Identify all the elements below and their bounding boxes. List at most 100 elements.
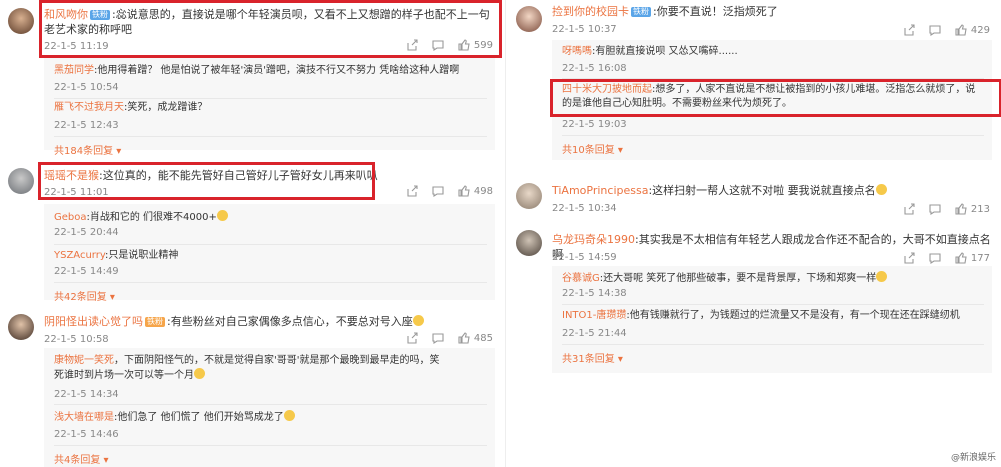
comment-icon [929, 253, 941, 264]
reply-time: 22-1-5 20:44 [54, 227, 119, 238]
divider [562, 304, 984, 305]
reply-item: 呀嗎嗎:有胆就直接说呗 又怂又嘴碎...... [562, 45, 984, 59]
comment-time: 22-1-5 14:59 [552, 252, 617, 263]
more-replies-link[interactable]: 共184条回复 ▾ [54, 142, 121, 157]
emoji-icon [194, 368, 205, 379]
comment: 乌龙玛奇朵1990:其实我是不太相信有年轻艺人跟成龙合作还不配合的，大哥不如直接… [506, 228, 1001, 373]
highlight-box [38, 162, 375, 200]
comment-text: 捡到你的校园卡 铁粉:你要不直说！泛指烦死了 [552, 4, 992, 19]
thumbs-up-icon [458, 185, 470, 197]
comment-time: 22-1-5 10:58 [44, 334, 109, 345]
avatar[interactable] [516, 6, 542, 32]
reply-button[interactable] [432, 332, 444, 344]
share-button[interactable] [406, 332, 418, 344]
reply-button[interactable] [929, 24, 941, 36]
like-count: 213 [970, 203, 990, 215]
reply-list: 谷慕诚G:还大哥呢 笑死了他那些破事，要不是背景厚，下场和郑爽一样 22-1-5… [552, 266, 992, 373]
like-count: 177 [970, 252, 990, 264]
share-icon [407, 332, 418, 344]
share-button[interactable] [903, 203, 915, 215]
emoji-icon [216, 210, 228, 221]
like-count: 485 [473, 332, 493, 344]
like-count: 429 [970, 24, 990, 36]
reply-text: :只是说职业精神 [105, 250, 179, 261]
reply-username[interactable]: 雁飞不过我月天 [54, 102, 124, 113]
more-replies-link[interactable]: 共31条回复 ▾ [562, 350, 623, 365]
reply-list: 黑茄同学:他用得着蹭？ 他是怕说了被年轻'演员'蹭吧，演技不行又不努力 凭啥给这… [44, 58, 495, 157]
avatar[interactable] [8, 314, 34, 340]
fan-badge: 铁粉 [145, 317, 165, 327]
divider [562, 344, 984, 345]
emoji-icon [875, 184, 887, 195]
comment-body: :这样扫射一帮人这就不对啦 要我说就直接点名 [648, 184, 876, 197]
reply-username[interactable]: INTO1-唐瓒瓒 [562, 310, 626, 321]
reply-text: :他们急了 他们慌了 他们开始骂成龙了 [114, 412, 284, 423]
divider [54, 282, 487, 283]
like-button[interactable]: 485 [458, 332, 493, 344]
watermark: @新浪娱乐 [950, 453, 996, 463]
reply-username[interactable]: 谷慕诚G [562, 273, 600, 284]
comment-actions: 429 [903, 24, 990, 36]
comment-icon [432, 186, 444, 197]
share-icon [904, 24, 915, 36]
like-button[interactable]: 429 [955, 24, 990, 36]
reply-time: 22-1-5 14:46 [54, 429, 119, 440]
more-replies-link[interactable]: 共10条回复 ▾ [562, 141, 623, 156]
share-button[interactable] [406, 185, 418, 197]
like-count: 498 [473, 185, 493, 197]
reply-item: 浅大墙在哪是:他们急了 他们慌了 他们开始骂成龙了 [54, 410, 487, 425]
reply-username[interactable]: Geboa [54, 212, 87, 223]
divider [54, 404, 487, 405]
reply-time: 22-1-5 12:43 [54, 120, 119, 131]
share-button[interactable] [903, 252, 915, 264]
like-button[interactable]: 177 [955, 252, 990, 264]
reply-username[interactable]: 呀嗎嗎 [562, 46, 592, 57]
highlight-box [39, 0, 502, 58]
avatar[interactable] [8, 168, 34, 194]
thumbs-up-icon [955, 203, 967, 215]
reply-item: 康物妮一笑死，下面阴阳怪气的，不就是觉得自家'哥哥'就是那个最晚到最早走的吗，笑… [54, 354, 445, 383]
thumbs-up-icon [458, 332, 470, 344]
comment-text: TiAmoPrincipessa:这样扫射一帮人这就不对啦 要我说就直接点名 [552, 183, 992, 198]
comment-time: 22-1-5 10:37 [552, 24, 617, 35]
comment-icon [432, 333, 444, 344]
emoji-icon [876, 271, 888, 282]
comment-icon [929, 25, 941, 36]
emoji-icon [283, 410, 295, 421]
reply-username[interactable]: YSZAcurry [54, 250, 105, 261]
more-replies-link[interactable]: 共4条回复 ▾ [54, 451, 109, 466]
reply-username[interactable]: 黑茄同学 [54, 65, 94, 76]
thumbs-up-icon [955, 24, 967, 36]
reply-username[interactable]: 浅大墙在哪是 [54, 412, 114, 423]
reply-button[interactable] [929, 203, 941, 215]
username[interactable]: 阴阳怪出读心觉了吗 [44, 315, 143, 328]
username[interactable]: 乌龙玛奇朵1990 [552, 233, 635, 246]
share-button[interactable] [903, 24, 915, 36]
reply-time: 22-1-5 14:38 [562, 288, 627, 299]
right-comment-column: 捡到你的校园卡 铁粉:你要不直说！泛指烦死了 22-1-5 10:37 429 呀… [505, 0, 1001, 467]
reply-text: :笑死，成龙蹭谁？ [124, 102, 208, 113]
username[interactable]: TiAmoPrincipessa [552, 184, 648, 197]
reply-list: Geboa:肖战和它的 们很难不4000+ 22-1-5 20:44 YSZAc… [44, 204, 495, 303]
reply-item: INTO1-唐瓒瓒:他有钱赚就行了，为钱题过的烂流量又不是没有，有一个现在还在踩… [562, 309, 984, 323]
more-replies-link[interactable]: 共42条回复 ▾ [54, 288, 115, 303]
reply-text: :有胆就直接说呗 又怂又嘴碎...... [592, 46, 738, 57]
reply-button[interactable] [929, 252, 941, 264]
avatar[interactable] [516, 230, 542, 256]
avatar[interactable] [8, 8, 34, 34]
avatar[interactable] [516, 183, 542, 209]
like-button[interactable]: 498 [458, 185, 493, 197]
comment-time: 22-1-5 10:34 [552, 203, 617, 214]
username[interactable]: 捡到你的校园卡 [552, 5, 629, 18]
reply-text: :他有钱赚就行了，为钱题过的烂流量又不是没有，有一个现在还在踩缝纫机 [626, 310, 960, 321]
emoji-icon [412, 315, 424, 326]
reply-button[interactable] [432, 185, 444, 197]
reply-username[interactable]: 康物妮一笑死 [54, 355, 114, 366]
reply-item: YSZAcurry:只是说职业精神 [54, 249, 487, 263]
reply-text: :肖战和它的 们很难不4000+ [86, 212, 217, 223]
reply-item: 黑茄同学:他用得着蹭？ 他是怕说了被年轻'演员'蹭吧，演技不行又不努力 凭啥给这… [54, 64, 487, 78]
comment-body: :你要不直说！泛指烦死了 [653, 5, 778, 18]
fan-badge: 铁粉 [631, 7, 651, 17]
like-button[interactable]: 213 [955, 203, 990, 215]
divider [562, 135, 984, 136]
